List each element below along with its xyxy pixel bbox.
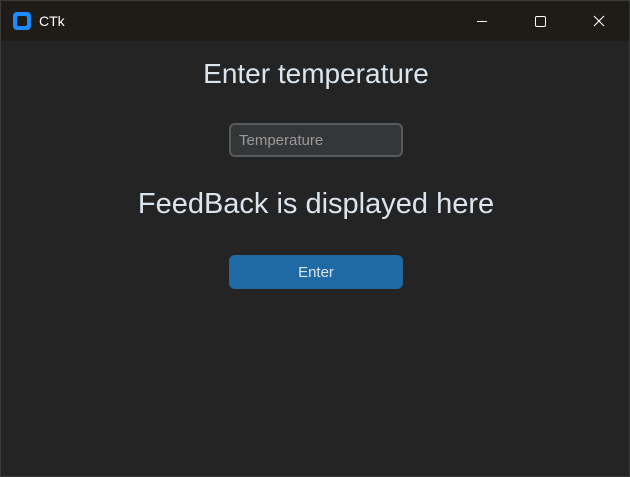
page-heading: Enter temperature xyxy=(203,58,429,89)
feedback-label: FeedBack is displayed here xyxy=(137,188,495,220)
maximize-icon xyxy=(535,16,546,27)
close-icon xyxy=(593,15,605,27)
temperature-input[interactable] xyxy=(229,123,403,157)
ctk-app-icon xyxy=(13,12,31,30)
app-window: CTk Enter temperature FeedBack is displa… xyxy=(0,0,630,477)
close-button[interactable] xyxy=(576,1,622,41)
main-content: Enter temperature FeedBack is displayed … xyxy=(1,41,629,476)
minimize-icon xyxy=(477,21,487,22)
minimize-button[interactable] xyxy=(459,1,505,41)
enter-button[interactable]: Enter xyxy=(229,255,403,289)
window-title: CTk xyxy=(39,13,65,29)
maximize-button[interactable] xyxy=(517,1,563,41)
title-bar[interactable]: CTk xyxy=(1,1,629,41)
